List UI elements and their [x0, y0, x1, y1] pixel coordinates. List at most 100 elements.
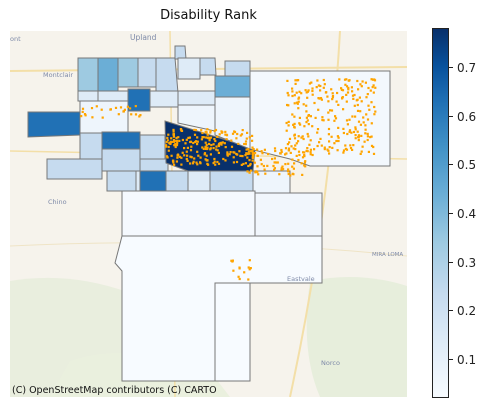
facility-point — [210, 144, 213, 147]
facility-point — [180, 156, 183, 159]
facility-point — [251, 146, 254, 149]
facility-point — [235, 160, 239, 164]
facility-point — [365, 96, 368, 99]
facility-point — [233, 131, 237, 134]
facility-point — [224, 159, 227, 162]
facility-point — [206, 137, 209, 140]
facility-point — [369, 136, 372, 139]
facility-point — [192, 141, 195, 145]
facility-point — [80, 115, 83, 118]
facility-point — [291, 165, 294, 168]
facility-point — [356, 79, 359, 83]
facility-point — [217, 151, 220, 154]
facility-point — [331, 95, 335, 98]
facility-point — [90, 107, 94, 110]
facility-point — [308, 143, 311, 146]
colorbar-tick-label: 0.3 — [457, 255, 477, 270]
facility-point — [307, 114, 310, 117]
facility-point — [240, 163, 243, 166]
facility-point — [351, 94, 355, 97]
facility-point — [250, 169, 253, 172]
facility-point — [370, 122, 373, 125]
facility-point — [291, 172, 294, 175]
facility-point — [203, 153, 206, 156]
facility-point — [350, 131, 353, 134]
facility-point — [253, 161, 256, 164]
facility-point — [327, 111, 330, 114]
facility-point — [298, 116, 301, 119]
facility-point — [117, 113, 120, 116]
facility-point — [366, 135, 369, 138]
facility-point — [342, 149, 346, 152]
facility-point — [346, 91, 350, 94]
facility-point — [167, 145, 170, 149]
facility-point — [186, 146, 189, 149]
facility-point — [202, 136, 205, 139]
facility-point — [369, 89, 372, 92]
facility-point — [205, 154, 208, 157]
facility-point — [361, 80, 364, 83]
facility-point — [305, 116, 308, 119]
facility-point — [367, 150, 370, 153]
facility-point — [186, 154, 189, 157]
facility-point — [354, 126, 357, 129]
facility-point — [330, 109, 334, 112]
facility-point — [360, 85, 363, 88]
facility-point — [251, 134, 254, 137]
facility-point — [207, 163, 210, 166]
facility-point — [216, 149, 219, 152]
facility-point — [170, 137, 173, 140]
facility-point — [368, 108, 371, 111]
facility-point — [359, 123, 362, 126]
facility-point — [244, 140, 248, 143]
facility-point — [336, 149, 339, 152]
facility-point — [175, 160, 178, 163]
facility-point — [366, 138, 369, 142]
facility-point — [317, 108, 320, 111]
facility-point — [281, 165, 284, 168]
facility-point — [173, 163, 176, 166]
facility-point — [195, 140, 198, 143]
facility-point — [217, 144, 221, 148]
facility-point — [204, 145, 207, 148]
facility-point — [354, 128, 357, 131]
facility-point — [185, 150, 188, 153]
facility-point — [204, 141, 207, 144]
facility-point — [330, 88, 333, 91]
facility-point — [347, 86, 350, 89]
facility-point — [317, 84, 320, 87]
facility-point — [254, 152, 257, 155]
facility-point — [241, 129, 244, 132]
facility-point — [286, 79, 289, 82]
facility-point — [173, 140, 176, 143]
facility-point — [345, 100, 348, 103]
facility-point — [305, 104, 308, 107]
facility-point — [169, 140, 172, 143]
facility-point — [190, 145, 193, 148]
facility-point — [226, 151, 229, 154]
facility-point — [119, 106, 123, 109]
facility-point — [373, 113, 376, 116]
facility-point — [304, 165, 307, 168]
map-canvas[interactable]: ont Upland Montclair Chino Eastvale Norc… — [10, 31, 407, 397]
facility-point — [345, 78, 348, 81]
facility-point — [246, 170, 249, 173]
facility-point — [345, 119, 349, 122]
facility-point — [286, 143, 289, 146]
facility-point — [193, 157, 196, 160]
facility-point — [305, 149, 308, 152]
facility-point — [330, 135, 333, 138]
facility-point — [345, 93, 348, 96]
facility-point — [191, 162, 195, 165]
facility-point — [278, 173, 281, 176]
facility-point — [221, 141, 224, 144]
facility-point — [337, 126, 340, 129]
facility-point — [206, 128, 209, 131]
facility-point — [329, 109, 332, 112]
facility-point — [254, 171, 257, 174]
facility-point — [297, 100, 300, 103]
facility-point — [341, 96, 344, 99]
facility-point — [331, 92, 334, 95]
facility-point — [320, 144, 323, 147]
facility-point — [348, 118, 351, 121]
